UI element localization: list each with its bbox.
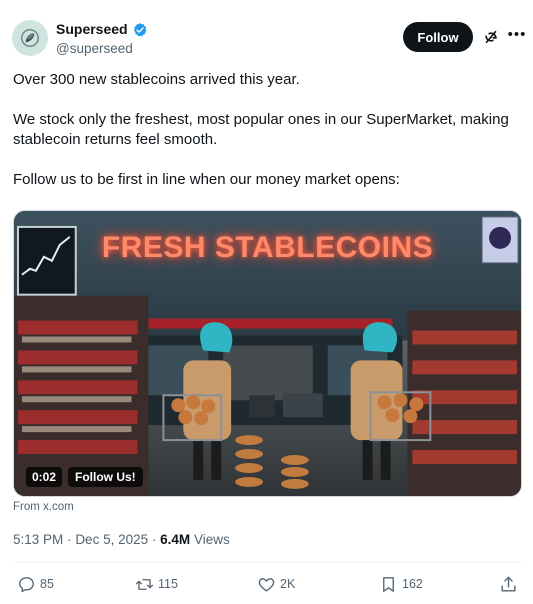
verified-badge-icon — [132, 22, 148, 38]
action-bar: 85 115 2K 162 — [13, 572, 522, 596]
tweet-line-3: Follow us to be first in line when our m… — [13, 171, 400, 188]
author-handle[interactable]: @superseed — [56, 40, 148, 57]
tweet-meta: 5:13 PM · Dec 5, 2025 · 6.4M Views — [13, 532, 230, 547]
views-label: Views — [193, 532, 230, 547]
bookmark-icon — [383, 576, 394, 592]
bookmark-button[interactable]: 162 — [379, 572, 423, 596]
reply-button[interactable]: 85 — [17, 572, 54, 596]
grok-icon[interactable] — [482, 28, 500, 46]
author-display-name-row[interactable]: Superseed — [56, 21, 148, 38]
avatar[interactable] — [12, 20, 48, 56]
tweet-time[interactable]: 5:13 PM — [13, 532, 63, 547]
tweet-line-2: We stock only the freshest, most popular… — [13, 111, 509, 148]
neon-sign: FRESH STABLECOINS — [101, 231, 434, 264]
author-display-name[interactable]: Superseed — [56, 21, 128, 38]
like-count: 2K — [280, 577, 296, 591]
video-player[interactable]: FRESH STABLECOINS 0:02 Follow Us! — [13, 210, 522, 497]
heart-icon — [258, 577, 275, 592]
bookmark-count: 162 — [402, 577, 423, 591]
reply-count: 85 — [40, 577, 54, 591]
repost-button[interactable]: 115 — [135, 572, 178, 596]
follow-button[interactable]: Follow — [403, 22, 473, 52]
views-count: 6.4M — [160, 532, 191, 547]
tweet-line-1: Over 300 new stablecoins arrived this ye… — [13, 71, 300, 88]
author-names: Superseed @superseed — [56, 21, 148, 57]
divider — [13, 562, 522, 563]
video-duration-badge: 0:02 — [26, 467, 63, 487]
meta-separator: · — [151, 532, 157, 547]
share-icon — [501, 576, 516, 592]
like-button[interactable]: 2K — [257, 572, 295, 596]
repost-count: 115 — [158, 577, 178, 591]
more-options-icon[interactable]: ••• — [506, 27, 528, 47]
seed-logo-icon — [21, 29, 39, 47]
meta-separator: · — [67, 532, 72, 547]
reply-icon — [19, 576, 34, 592]
tweet-text: Over 300 new stablecoins arrived this ye… — [13, 70, 513, 190]
source-link[interactable]: From x.com — [13, 501, 74, 513]
tweet-header: Superseed @superseed Follow ••• — [12, 18, 525, 58]
share-button[interactable] — [499, 572, 518, 596]
tweet-date[interactable]: Dec 5, 2025 — [75, 532, 148, 547]
follow-us-badge[interactable]: Follow Us! — [68, 467, 143, 487]
repost-icon — [135, 578, 154, 590]
